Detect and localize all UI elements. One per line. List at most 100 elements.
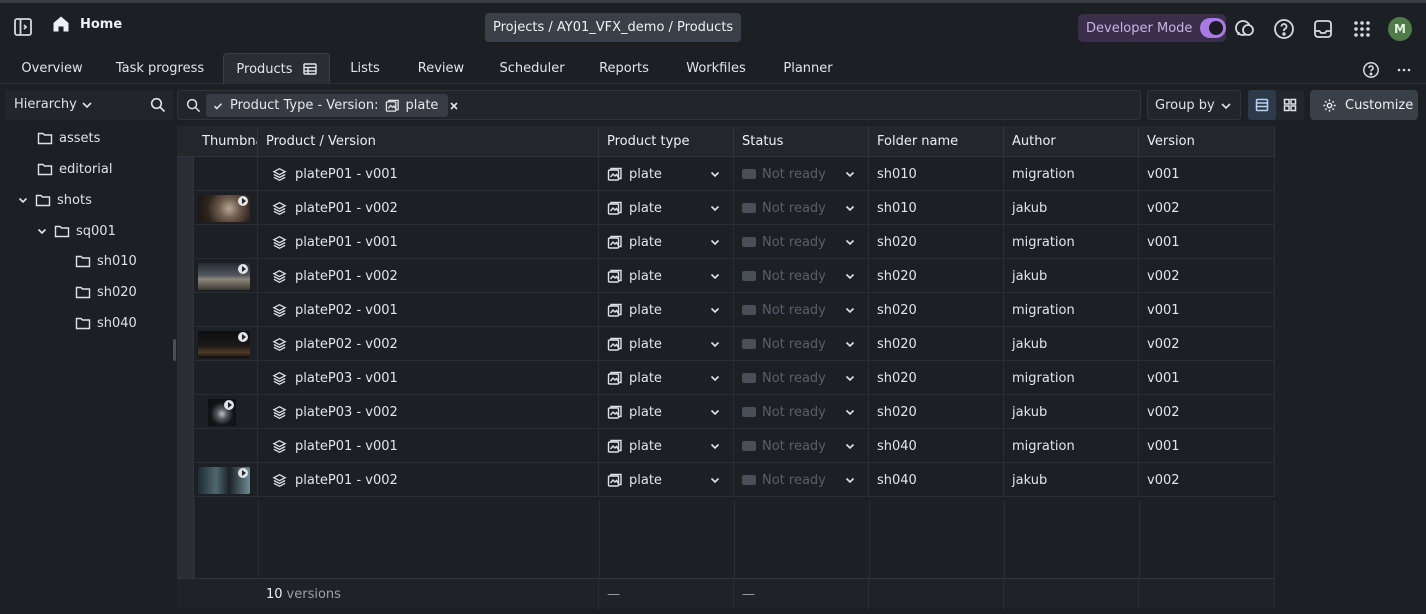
column-header-status[interactable]: Status — [734, 126, 869, 157]
status-dropdown[interactable]: Not ready — [734, 225, 869, 259]
developer-mode-switch[interactable]: Developer Mode — [1078, 14, 1226, 42]
status-dropdown[interactable]: Not ready — [734, 327, 869, 361]
help-icon[interactable] — [1273, 18, 1295, 40]
group-by-dropdown[interactable]: Group by — [1147, 90, 1241, 120]
tree-item-assets[interactable]: assets — [37, 126, 100, 150]
status-dropdown[interactable]: Not ready — [734, 157, 869, 191]
remove-filter-icon[interactable] — [448, 100, 460, 112]
thumbnail-image[interactable] — [208, 398, 236, 426]
tab-workfiles[interactable]: Workfiles — [680, 53, 752, 84]
apps-grid-icon[interactable] — [1351, 18, 1373, 40]
thumbnail-cell[interactable] — [194, 463, 258, 497]
play-icon[interactable] — [238, 263, 248, 274]
more-options-icon[interactable] — [1396, 61, 1412, 79]
developer-mode-toggle[interactable] — [1200, 18, 1226, 38]
column-header-folder-name[interactable]: Folder name — [869, 126, 1004, 157]
thumbnail-image[interactable] — [198, 466, 250, 494]
table-row[interactable]: plateP03 - v001 plate Not ready sh020 migrat… — [177, 361, 1275, 395]
play-icon[interactable] — [238, 467, 248, 478]
tree-item-editorial[interactable]: editorial — [37, 157, 112, 181]
thumbnail-cell[interactable] — [194, 293, 258, 327]
tree-item-shots[interactable]: shots — [17, 188, 92, 212]
table-row[interactable]: plateP01 - v002 plate Not ready sh040 jakub v… — [177, 463, 1275, 497]
product-type-dropdown[interactable]: plate — [599, 191, 734, 225]
inbox-icon[interactable] — [1312, 18, 1334, 40]
table-row[interactable]: plateP01 - v001 plate Not ready sh040 migrat… — [177, 429, 1275, 463]
column-header-version[interactable]: Version — [1139, 126, 1275, 157]
product-version-name: plateP02 - v001 — [295, 302, 398, 318]
tab-products[interactable]: Products — [223, 53, 330, 84]
thumbnail-image[interactable] — [198, 330, 250, 358]
thumbnail-image[interactable] — [198, 194, 250, 222]
product-type-dropdown[interactable]: plate — [599, 395, 734, 429]
thumbnail-cell[interactable] — [194, 395, 258, 429]
thumbnail-cell[interactable] — [194, 327, 258, 361]
sidebar-toggle-icon[interactable] — [12, 16, 34, 38]
filter-bar[interactable]: Product Type - Version: plate — [177, 90, 1141, 120]
user-avatar[interactable]: M — [1388, 17, 1412, 41]
chat-bubbles-icon[interactable] — [1234, 18, 1256, 40]
tab-planner[interactable]: Planner — [776, 53, 840, 84]
tab-overview[interactable]: Overview — [10, 53, 94, 84]
product-type-dropdown[interactable]: plate — [599, 225, 734, 259]
product-type-dropdown[interactable]: plate — [599, 157, 734, 191]
product-type-dropdown[interactable]: plate — [599, 327, 734, 361]
tree-item-sq001[interactable]: sq001 — [36, 219, 116, 243]
table-row[interactable]: plateP01 - v001 plate Not ready sh020 migrat… — [177, 225, 1275, 259]
status-dropdown[interactable]: Not ready — [734, 463, 869, 497]
product-type-dropdown[interactable]: plate — [599, 259, 734, 293]
column-header-author[interactable]: Author — [1004, 126, 1139, 157]
play-icon[interactable] — [238, 195, 248, 206]
thumbnail-cell[interactable] — [194, 429, 258, 463]
status-dropdown[interactable]: Not ready — [734, 429, 869, 463]
column-header-thumbnail[interactable]: Thumbnail — [194, 126, 258, 157]
page-help-icon[interactable] — [1362, 61, 1380, 79]
grid-view-icon[interactable] — [1276, 90, 1304, 120]
table-row[interactable]: plateP01 - v001 plate Not ready sh010 migrat… — [177, 157, 1275, 191]
status-dropdown[interactable]: Not ready — [734, 293, 869, 327]
thumbnail-cell[interactable] — [194, 361, 258, 395]
tab-review[interactable]: Review — [410, 53, 472, 84]
breadcrumb[interactable]: Projects / AY01_VFX_demo / Products — [485, 13, 742, 42]
panel-resize-handle[interactable] — [173, 339, 176, 361]
list-view-icon[interactable] — [1248, 90, 1276, 120]
filter-chip[interactable]: Product Type - Version: plate — [206, 94, 459, 117]
table-row[interactable]: plateP03 - v002 plate Not ready sh020 jakub v… — [177, 395, 1275, 429]
status-dropdown[interactable]: Not ready — [734, 361, 869, 395]
status-dropdown[interactable]: Not ready — [734, 191, 869, 225]
customize-button[interactable]: Customize — [1310, 90, 1418, 120]
play-icon[interactable] — [238, 331, 248, 342]
product-type-dropdown[interactable]: plate — [599, 463, 734, 497]
status-dropdown[interactable]: Not ready — [734, 259, 869, 293]
status-dropdown[interactable]: Not ready — [734, 395, 869, 429]
product-type-dropdown[interactable]: plate — [599, 361, 734, 395]
tab-lists[interactable]: Lists — [342, 53, 388, 84]
column-header-product-type[interactable]: Product type — [599, 126, 734, 157]
tab-task-progress[interactable]: Task progress — [110, 53, 210, 84]
table-row[interactable]: plateP02 - v001 plate Not ready sh020 migrat… — [177, 293, 1275, 327]
thumbnail-cell[interactable] — [194, 259, 258, 293]
thumbnail-cell[interactable] — [194, 191, 258, 225]
hierarchy-search-icon[interactable] — [150, 97, 166, 113]
table-row[interactable]: plateP01 - v002 plate Not ready sh010 jakub v… — [177, 191, 1275, 225]
chevron-down-icon[interactable] — [80, 98, 94, 112]
thumbnail-cell[interactable] — [194, 157, 258, 191]
tree-item-sh010[interactable]: sh010 — [75, 249, 137, 273]
column-header-product-version[interactable]: Product / Version — [258, 126, 599, 157]
product-type-dropdown[interactable]: plate — [599, 293, 734, 327]
tab-scheduler[interactable]: Scheduler — [494, 53, 570, 84]
product-type-dropdown[interactable]: plate — [599, 429, 734, 463]
home-button[interactable]: Home — [52, 15, 122, 33]
hierarchy-dropdown-label[interactable]: Hierarchy — [14, 97, 77, 112]
chevron-down-icon[interactable] — [36, 225, 48, 237]
layers-icon — [272, 371, 287, 386]
tree-item-sh020[interactable]: sh020 — [75, 280, 137, 304]
thumbnail-cell[interactable] — [194, 225, 258, 259]
play-icon[interactable] — [224, 399, 234, 410]
table-row[interactable]: plateP01 - v002 plate Not ready sh020 jakub v… — [177, 259, 1275, 293]
table-row[interactable]: plateP02 - v002 plate Not ready sh020 jakub v… — [177, 327, 1275, 361]
chevron-down-icon[interactable] — [17, 194, 29, 206]
tree-item-sh040[interactable]: sh040 — [75, 311, 137, 335]
thumbnail-image[interactable] — [198, 262, 250, 290]
tab-reports[interactable]: Reports — [592, 53, 656, 84]
